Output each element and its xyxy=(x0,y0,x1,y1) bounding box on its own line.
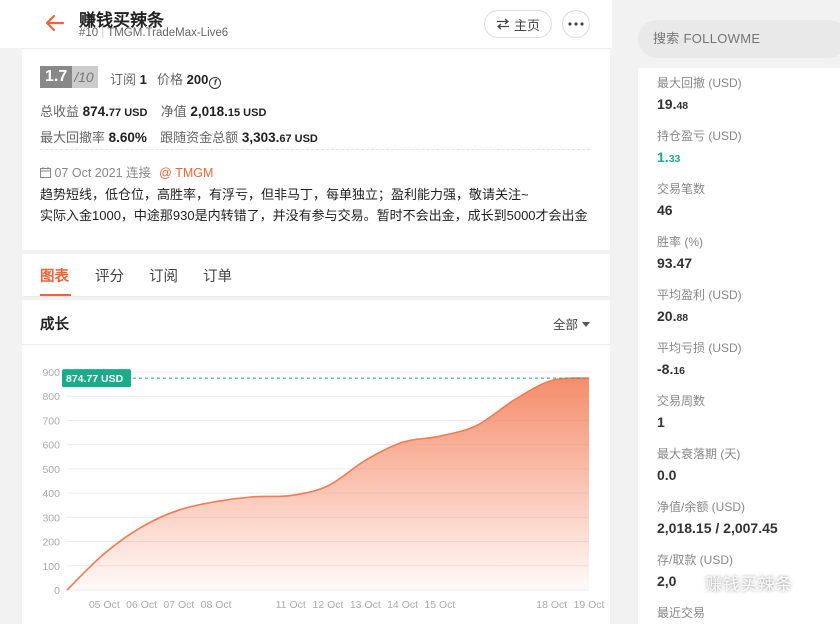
tab-orders[interactable]: 订单 xyxy=(203,265,232,286)
rating-badge: 1.7/10 xyxy=(40,66,98,88)
x-tick-label: 12 Oct xyxy=(313,599,344,611)
wechat-icon xyxy=(680,576,699,592)
stat-label: 交易笔数 xyxy=(657,182,706,196)
stat-label: 持仓盈亏 (USD) xyxy=(657,129,742,143)
tab-bar: 图表 评分 订阅 订单 xyxy=(22,254,610,297)
total-profit-value: 874.77 USD xyxy=(82,104,148,119)
stat-value: 2,018.15 / 2,007.45 xyxy=(657,520,778,536)
drawdown-row: 最大回撤率 8.60% 跟随资金总额 3,303.67 USD xyxy=(40,127,318,146)
stat-value: 20.88 xyxy=(657,308,689,324)
watermark-text: 赚钱买辣条 xyxy=(705,575,793,594)
watermark: 赚钱买辣条 xyxy=(680,570,793,595)
stat-value: 1 xyxy=(657,414,665,430)
info-divider xyxy=(40,149,590,150)
stat-value: 1.33 xyxy=(657,149,681,165)
right-panel: 最大回撤 (USD) 19.48 持仓盈亏 (USD) 1.33 交易笔数 46 胜率 (%… xyxy=(612,0,840,624)
stat-label: 平均盈利 (USD) xyxy=(657,288,742,302)
stat-value: 19.48 xyxy=(657,96,689,112)
y-tick-label: 700 xyxy=(42,415,60,427)
stat-value: 46 xyxy=(657,202,673,218)
y-tick-label: 300 xyxy=(42,512,60,524)
y-tick-label: 900 xyxy=(42,367,60,379)
stat-label: 交易周数 xyxy=(657,394,706,408)
tab-subscribe[interactable]: 订阅 xyxy=(149,265,178,286)
stat-value: 93.47 xyxy=(657,255,693,271)
x-tick-label: 14 Oct xyxy=(387,599,418,611)
stat-label: 平均亏损 (USD) xyxy=(657,341,742,355)
x-tick-label: 13 Oct xyxy=(350,599,381,611)
profit-row: 总收益 874.77 USD 净值 2,018.15 USD xyxy=(40,101,266,120)
follow-total-label: 跟随资金总额 xyxy=(160,130,239,145)
growth-chart: 0 100 200 300 400 500 600 700 800 900 05 Oct 06 Oc… xyxy=(42,367,605,611)
account-server: TMGM.TradeMax-Live6 xyxy=(107,27,229,39)
x-tick-label: 11 Oct xyxy=(276,599,306,611)
x-tick-label: 15 Oct xyxy=(424,599,455,611)
stat-value: 0.0 xyxy=(657,467,677,483)
app-page: 赚钱买辣条 #10 | TMGM.TradeMax-Live6 主页 1.7/10 … xyxy=(0,0,840,624)
drawdown-label: 最大回撤率 xyxy=(40,130,106,145)
stat-label: 净值/余额 (USD) xyxy=(657,500,745,514)
x-tick-label: 06 Oct xyxy=(126,599,157,611)
y-tick-label: 100 xyxy=(42,561,60,573)
stat-label: 最近交易 xyxy=(657,606,706,620)
follow-total-value: 3,303.67 USD xyxy=(241,130,318,145)
y-tick-label: 600 xyxy=(42,440,60,452)
y-tick-label: 500 xyxy=(42,464,60,476)
x-tick-label: 18 Oct xyxy=(536,599,567,611)
drawdown-value: 8.60% xyxy=(108,130,147,145)
y-tick-label: 400 xyxy=(42,488,60,500)
tab-rating[interactable]: 评分 xyxy=(95,265,124,286)
switch-arrows-icon xyxy=(496,18,509,30)
price-label: 价格 xyxy=(157,72,184,87)
rating-max: /10 xyxy=(72,66,98,88)
left-panel: 赚钱买辣条 #10 | TMGM.TradeMax-Live6 主页 1.7/10 … xyxy=(0,0,612,624)
stat-label: 存/取款 (USD) xyxy=(657,553,733,567)
net-value: 2,018.15 USD xyxy=(190,104,267,119)
description-line-1: 趋势短线，低仓位，高胜率，有浮亏，但非马丁，每单独立；盈利能力强，敬请关注~ xyxy=(40,187,529,202)
home-button-label: 主页 xyxy=(513,17,540,33)
subscribe-count: 订阅 1 xyxy=(110,69,147,88)
subscribe-value: 1 xyxy=(139,72,147,87)
x-tick-label: 07 Oct xyxy=(163,599,194,611)
total-profit-label: 总收益 xyxy=(40,104,80,119)
y-tick-label: 200 xyxy=(42,537,60,549)
subscribe-label: 订阅 xyxy=(110,72,137,87)
growth-area xyxy=(67,378,589,590)
header-bar: 赚钱买辣条 #10 | TMGM.TradeMax-Live6 主页 xyxy=(0,0,612,48)
price-value: 200 xyxy=(186,72,209,87)
stat-value: -8.16 xyxy=(657,361,686,377)
trader-rank: #10 xyxy=(79,27,99,39)
stat-label: 最大回撤 (USD) xyxy=(657,76,742,90)
search-input[interactable] xyxy=(638,20,840,58)
home-button[interactable]: 主页 xyxy=(484,10,552,38)
current-value-label: 874.77 USD xyxy=(62,369,131,388)
broker-link[interactable]: @ TMGM xyxy=(159,166,213,180)
coin-icon: f xyxy=(209,77,222,89)
more-button[interactable] xyxy=(562,10,590,38)
stat-label: 胜率 (%) xyxy=(657,235,703,249)
x-tick-label: 08 Oct xyxy=(201,599,232,611)
stat-label: 最大衰落期 (天) xyxy=(657,447,741,461)
y-tick-label: 0 xyxy=(54,585,60,597)
trader-info-card: 1.7/10 订阅 1 价格 200 f 总收益 874.77 USD 净值 2,… xyxy=(22,48,610,250)
strategy-description: 趋势短线，低仓位，高胜率，有浮亏，但非马丁，每单独立；盈利能力强，敬请关注~ 实… xyxy=(40,184,595,226)
active-tab-indicator xyxy=(40,294,71,296)
tab-chart[interactable]: 图表 xyxy=(40,265,69,286)
svg-text:874.77 USD: 874.77 USD xyxy=(66,373,124,385)
y-tick-label: 800 xyxy=(42,391,60,403)
rating-value: 1.7 xyxy=(40,66,73,88)
description-line-2: 实际入金1000，中途那930是内转错了，并没有参与交易。暂时不会出金，成长到5… xyxy=(40,208,588,223)
back-arrow-icon[interactable] xyxy=(44,12,66,34)
since-text: 07 Oct 2021 连接 xyxy=(54,166,152,180)
price: 价格 200 f xyxy=(157,69,222,89)
connect-since: 07 Oct 2021 连接 @ TMGM xyxy=(40,162,213,181)
x-tick-label: 05 Oct xyxy=(89,599,120,611)
net-value-label: 净值 xyxy=(160,104,187,119)
stat-value: 2,0 xyxy=(657,573,677,589)
stats-panel: 最大回撤 (USD) 19.48 持仓盈亏 (USD) 1.33 交易笔数 46 胜率 (%… xyxy=(638,68,840,624)
x-tick-label: 19 Oct xyxy=(574,599,605,611)
account-subtitle: #10 | TMGM.TradeMax-Live6 xyxy=(79,27,229,39)
more-dots-icon xyxy=(568,22,584,26)
calendar-icon xyxy=(40,167,51,178)
